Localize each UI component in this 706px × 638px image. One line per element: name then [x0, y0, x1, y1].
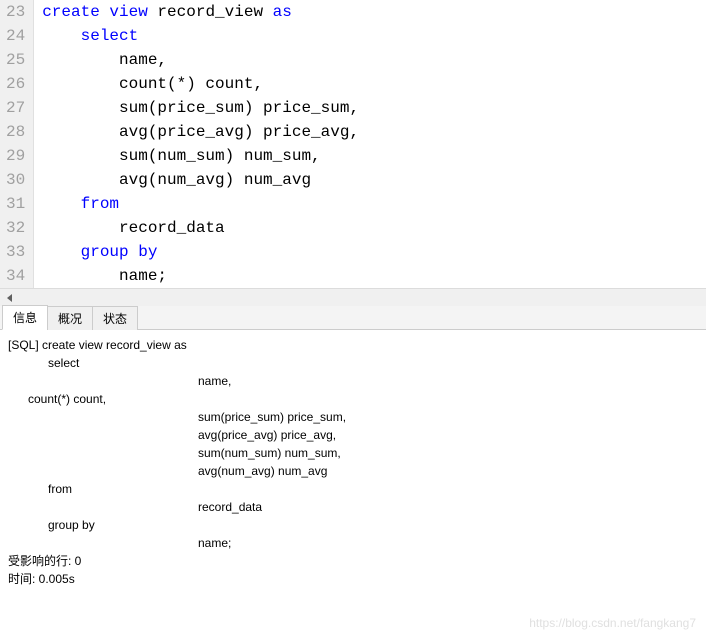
code-editor[interactable]: 23 24 25 26 27 28 29 30 31 32 33 34 crea… [0, 0, 706, 288]
output-affected-rows: 受影响的行: 0 [8, 552, 698, 570]
output-tabs: 信息 概况 状态 [0, 306, 706, 330]
output-line: group by [8, 516, 698, 534]
horizontal-scrollbar[interactable] [0, 288, 706, 306]
line-number: 32 [6, 216, 25, 240]
output-line: avg(num_avg) num_avg [8, 462, 698, 480]
output-line: select [8, 354, 698, 372]
code-line: select [42, 24, 359, 48]
line-number: 30 [6, 168, 25, 192]
line-number: 27 [6, 96, 25, 120]
tab-info[interactable]: 信息 [2, 305, 48, 330]
output-line: name; [8, 534, 698, 552]
code-line: create view record_view as [42, 0, 359, 24]
line-number: 29 [6, 144, 25, 168]
output-line: sum(num_sum) num_sum, [8, 444, 698, 462]
output-line: count(*) count, [8, 390, 698, 408]
output-time: 时间: 0.005s [8, 570, 698, 588]
output-line: record_data [8, 498, 698, 516]
line-number: 24 [6, 24, 25, 48]
output-panel[interactable]: [SQL] create view record_view as select … [0, 330, 706, 638]
output-line: [SQL] create view record_view as [8, 336, 698, 354]
code-line: name; [42, 264, 359, 288]
line-number: 31 [6, 192, 25, 216]
line-number-gutter: 23 24 25 26 27 28 29 30 31 32 33 34 [0, 0, 34, 288]
code-line: name, [42, 48, 359, 72]
line-number: 25 [6, 48, 25, 72]
code-line: avg(price_avg) price_avg, [42, 120, 359, 144]
output-line: sum(price_sum) price_sum, [8, 408, 698, 426]
output-line: name, [8, 372, 698, 390]
watermark: https://blog.csdn.net/fangkang7 [529, 614, 696, 632]
line-number: 34 [6, 264, 25, 288]
scroll-left-icon[interactable] [2, 290, 18, 306]
code-line: sum(num_sum) num_sum, [42, 144, 359, 168]
output-line: from [8, 480, 698, 498]
code-line: group by [42, 240, 359, 264]
line-number: 26 [6, 72, 25, 96]
code-line: record_data [42, 216, 359, 240]
line-number: 23 [6, 0, 25, 24]
line-number: 28 [6, 120, 25, 144]
tab-status[interactable]: 状态 [92, 306, 138, 330]
code-line: from [42, 192, 359, 216]
code-content[interactable]: create view record_view as select name, … [34, 0, 359, 288]
code-line: count(*) count, [42, 72, 359, 96]
output-line: avg(price_avg) price_avg, [8, 426, 698, 444]
tab-overview[interactable]: 概况 [47, 306, 93, 330]
code-line: sum(price_sum) price_sum, [42, 96, 359, 120]
code-line: avg(num_avg) num_avg [42, 168, 359, 192]
line-number: 33 [6, 240, 25, 264]
